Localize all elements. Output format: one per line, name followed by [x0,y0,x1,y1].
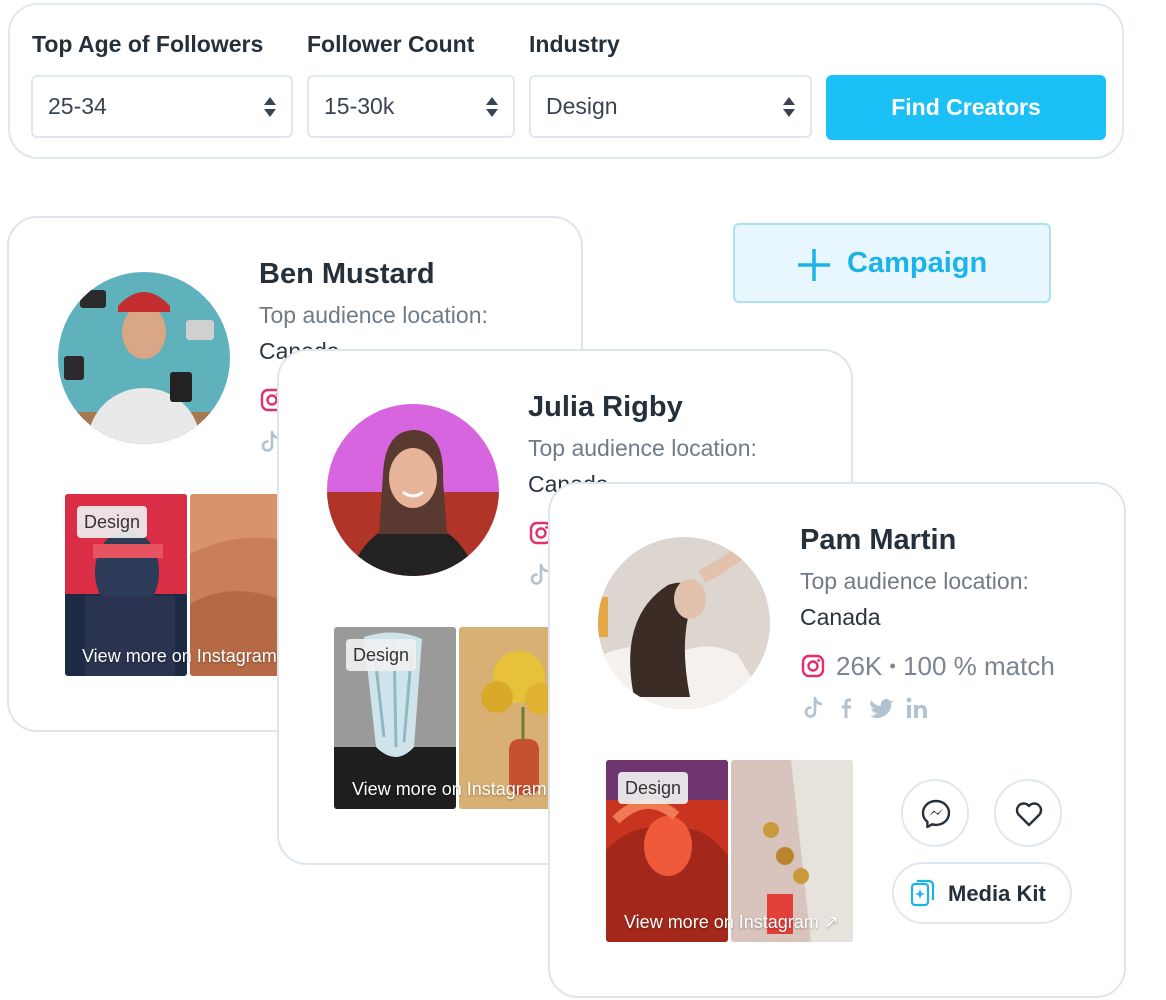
age-filter-label: Top Age of Followers [32,31,264,57]
follower-count: 26K [836,651,883,681]
facebook-icon[interactable] [840,696,856,720]
message-button[interactable] [901,779,969,847]
category-tag: Design [618,772,689,804]
media-kit-label: Media Kit [948,881,1046,906]
filter-panel: Top Age of Followers Follower Count Indu… [8,3,1124,159]
match-percent: 100 % match [903,651,1055,681]
age-select-value: 25-34 [48,93,107,119]
find-creators-button[interactable]: Find Creators [826,75,1106,140]
add-campaign-button[interactable]: Campaign [733,223,1051,303]
follower-select-value: 15-30k [324,93,395,119]
twitter-icon[interactable] [869,697,895,719]
follower-count-select[interactable]: 15-30k [307,75,515,138]
view-more-link[interactable]: View more on Instagram [352,779,547,800]
follower-stats: 26K • 100 % match [836,651,1055,682]
creator-name[interactable]: Julia Rigby [528,391,683,424]
messenger-icon [921,799,951,829]
industry-select[interactable]: Design [529,75,812,138]
view-more-link[interactable]: View more on Instagram [82,646,277,667]
instagram-icon[interactable] [801,654,825,678]
heart-icon [1015,802,1043,827]
creator-name[interactable]: Pam Martin [800,524,956,557]
creator-card-pam[interactable]: Pam Martin Top audience location: Canada… [548,482,1126,998]
plus-icon [798,249,830,281]
favorite-button[interactable] [994,779,1062,847]
chevron-up-down-icon [783,97,795,117]
location-label: Top audience location: [259,302,488,328]
campaign-button-label: Campaign [847,247,988,279]
industry-select-value: Design [546,93,618,119]
industry-filter-label: Industry [529,31,620,57]
location-label: Top audience location: [800,568,1029,594]
age-select[interactable]: 25-34 [31,75,293,138]
linkedin-icon[interactable] [906,697,928,719]
media-kit-icon [910,879,935,907]
chevron-up-down-icon [264,97,276,117]
chevron-up-down-icon [486,97,498,117]
view-more-link[interactable]: View more on Instagram ↗ [624,912,839,933]
location-value: Canada [800,604,881,630]
media-kit-button[interactable]: Media Kit [892,862,1072,924]
tiktok-icon[interactable] [803,696,825,720]
avatar [58,272,230,444]
follower-filter-label: Follower Count [307,31,475,57]
category-tag: Design [346,639,417,671]
creator-name[interactable]: Ben Mustard [259,258,435,291]
location-label: Top audience location: [528,435,757,461]
category-tag: Design [77,506,148,538]
stat-separator: • [889,656,896,676]
avatar [327,404,499,576]
avatar [598,537,770,709]
